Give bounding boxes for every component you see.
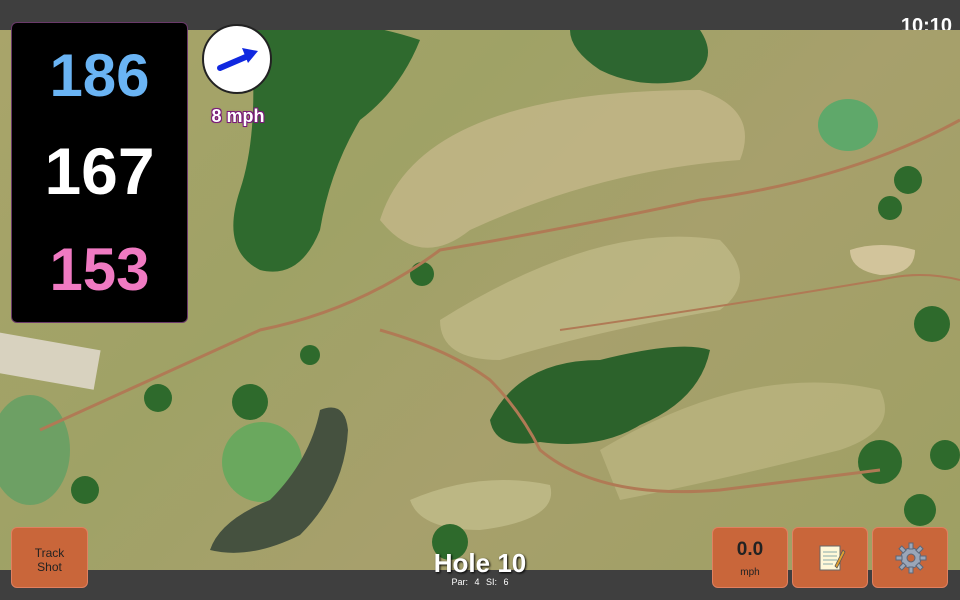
gear-icon — [895, 542, 927, 574]
track-shot-label-line1: Track — [34, 546, 65, 560]
hole-title: Hole 10 — [433, 548, 527, 578]
hole-stroke-index: SI: 6 — [486, 577, 509, 587]
notepad-icon — [819, 545, 846, 571]
track-shot-label-line2: Shot — [37, 560, 62, 574]
settings-button[interactable] — [872, 527, 948, 588]
wind-arrow-icon — [217, 48, 258, 71]
speed-value: 0.0 — [736, 539, 764, 560]
back-distance: 186 — [49, 42, 150, 109]
wind-indicator — [202, 24, 272, 94]
front-distance: 153 — [49, 236, 150, 303]
track-shot-button[interactable]: Track Shot — [11, 527, 88, 588]
speed-unit: mph — [740, 567, 760, 578]
hole-info: Par: 4 SI: 6 — [380, 577, 580, 587]
speed-button[interactable]: 0.0 mph — [712, 527, 788, 588]
wind-speed-label: 8 mph — [211, 106, 265, 126]
hole-par: Par: 4 — [451, 577, 480, 587]
middle-distance: 167 — [44, 134, 155, 208]
notes-button[interactable] — [792, 527, 868, 588]
distance-panel: 186 167 153 — [11, 22, 188, 323]
